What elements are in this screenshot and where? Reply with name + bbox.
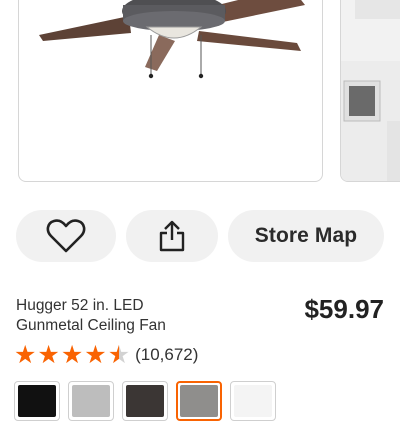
product-title-line2: Gunmetal Ceiling Fan xyxy=(16,317,166,334)
image-gallery[interactable] xyxy=(0,0,400,190)
star-icon: ★ xyxy=(107,341,131,369)
product-price: $59.97 xyxy=(304,294,384,324)
review-count[interactable]: (10,672) xyxy=(135,345,198,365)
product-title[interactable]: Hugger 52 in. LED Gunmetal Ceiling Fan xyxy=(16,296,266,336)
rating-row[interactable]: ★★★★★ (10,672) xyxy=(14,342,198,368)
star-rating: ★★★★★ xyxy=(14,342,131,368)
store-map-button[interactable]: Store Map xyxy=(228,210,384,262)
room-image xyxy=(341,0,400,181)
share-button[interactable] xyxy=(126,210,218,262)
color-swatch[interactable] xyxy=(176,381,222,421)
star-icon: ★ xyxy=(37,341,60,369)
favorite-button[interactable] xyxy=(16,210,116,262)
color-swatch[interactable] xyxy=(14,381,60,421)
product-title-line1: Hugger 52 in. LED xyxy=(16,297,144,314)
product-image-card[interactable] xyxy=(18,0,323,182)
color-swatches xyxy=(14,381,284,421)
color-swatch[interactable] xyxy=(68,381,114,421)
swatch-color xyxy=(234,385,272,417)
star-icon: ★ xyxy=(14,341,37,369)
heart-icon xyxy=(46,219,86,253)
star-icon: ★ xyxy=(60,341,84,369)
color-swatch[interactable] xyxy=(122,381,168,421)
share-icon xyxy=(159,220,185,252)
color-swatch[interactable] xyxy=(230,381,276,421)
swatch-color xyxy=(72,385,110,417)
next-image-card[interactable] xyxy=(340,0,400,182)
action-bar: Store Map xyxy=(0,210,400,262)
swatch-color xyxy=(126,385,164,417)
ceiling-fan-image xyxy=(39,0,305,79)
star-icon: ★ xyxy=(84,341,107,369)
store-map-label: Store Map xyxy=(254,224,358,247)
swatch-color xyxy=(18,385,56,417)
swatch-color xyxy=(180,385,218,417)
